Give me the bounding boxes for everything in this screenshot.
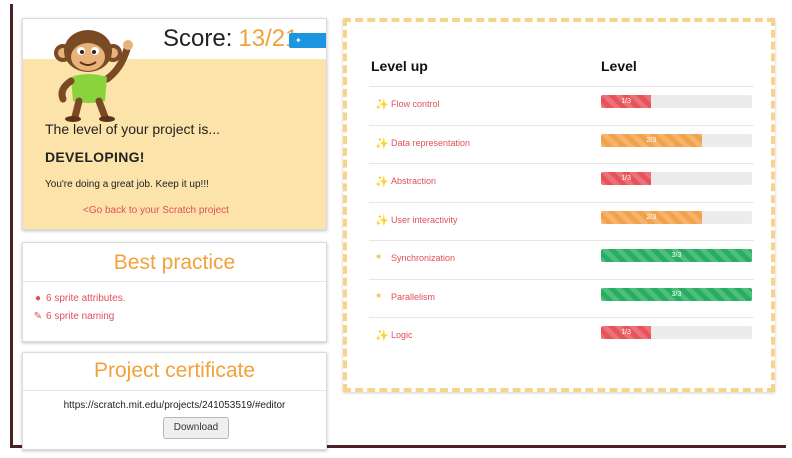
project-certificate-panel: Project certificate https://scratch.mit.… bbox=[22, 352, 327, 450]
star-icon: ★ bbox=[375, 252, 383, 261]
star-icon: ★ bbox=[375, 290, 383, 300]
certificate-title: Project certificate bbox=[93, 359, 256, 382]
best-practice-item[interactable]: ✎ 6 sprite naming bbox=[33, 311, 115, 322]
level-label: The level of your project is... bbox=[45, 121, 221, 137]
level-row-name[interactable]: Synchronization bbox=[391, 253, 455, 263]
level-row: ✨ Flow control 1/3 bbox=[369, 86, 754, 125]
level-up-panel: Level up Level ✨ Flow control 1/3 ✨ Data rep… bbox=[343, 18, 775, 392]
bulb-icon: ✨ bbox=[375, 176, 389, 188]
level-row: ★ Parallelism 3/3 bbox=[369, 278, 754, 318]
level-up-header: Level up bbox=[371, 58, 428, 74]
twitter-bird-icon: ✦ bbox=[295, 36, 302, 45]
monkey-mascot-icon bbox=[54, 30, 133, 122]
best-practice-title: Best practice bbox=[113, 251, 236, 274]
progress-bar: 1/3 bbox=[601, 326, 752, 339]
progress-bar-fill: 2/3 bbox=[601, 133, 702, 147]
go-back-link[interactable]: <Go back to your Scratch project bbox=[83, 205, 229, 216]
level-row: ✨ User interactivity 2/3 bbox=[369, 201, 754, 241]
progress-bar: 1/3 bbox=[601, 172, 752, 185]
level-value: DEVELOPING! bbox=[45, 149, 145, 165]
progress-bar-fill: 2/3 bbox=[601, 210, 702, 224]
level-row-name[interactable]: Abstraction bbox=[391, 176, 436, 186]
level-row: ✨ Data representation 2/3 bbox=[369, 124, 754, 164]
progress-bar: 3/3 bbox=[601, 249, 752, 262]
score-label: Score: bbox=[163, 25, 233, 52]
encouragement-text: You're doing a great job. Keep it up!!! bbox=[45, 179, 209, 190]
error-icon: ● bbox=[34, 293, 42, 304]
level-header: Level bbox=[601, 58, 637, 74]
tweet-button[interactable]: ✦ Tweet bbox=[289, 33, 326, 60]
level-row-name[interactable]: User interactivity bbox=[391, 215, 458, 225]
best-practice-panel: Best practice ● 6 sprite attributes. ✎ 6 s… bbox=[22, 242, 327, 342]
divider bbox=[23, 281, 326, 282]
progress-bar-fill: 1/3 bbox=[601, 172, 652, 185]
progress-bar-fill: 1/3 bbox=[601, 326, 652, 339]
progress-bar-fill: 3/3 bbox=[601, 287, 752, 301]
bulb-icon: ✨ bbox=[375, 99, 389, 111]
best-practice-item-text: 6 sprite attributes. bbox=[46, 293, 126, 304]
bulb-icon: ✨ bbox=[375, 330, 389, 342]
download-button[interactable]: Download bbox=[163, 417, 229, 439]
level-row: ✨ Logic 1/3 bbox=[369, 317, 754, 356]
score-panel: Score: 13/21 ✦ Tweet The level of your pr… bbox=[22, 18, 327, 230]
level-row: ★ Synchronization 3/3 bbox=[369, 240, 754, 279]
progress-bar: 1/3 bbox=[601, 95, 752, 108]
pencil-icon: ✎ bbox=[33, 311, 43, 322]
project-url: https://scratch.mit.edu/projects/2410535… bbox=[63, 400, 286, 411]
level-row: ✨ Abstraction 1/3 bbox=[369, 163, 754, 202]
progress-bar-fill: 3/3 bbox=[601, 249, 752, 262]
progress-bar: 2/3 bbox=[601, 210, 752, 224]
score-title: Score: 13/21 bbox=[163, 25, 298, 53]
level-row-name[interactable]: Logic bbox=[391, 330, 413, 340]
progress-bar: 2/3 bbox=[601, 133, 752, 147]
tweet-label: Tweet bbox=[295, 51, 317, 60]
best-practice-item-text: 6 sprite naming bbox=[46, 311, 115, 322]
progress-bar-fill: 1/3 bbox=[601, 95, 652, 108]
divider bbox=[23, 390, 326, 391]
level-row-name[interactable]: Data representation bbox=[391, 138, 470, 148]
bulb-icon: ✨ bbox=[375, 137, 389, 150]
level-row-name[interactable]: Flow control bbox=[391, 99, 440, 109]
progress-bar: 3/3 bbox=[601, 287, 752, 301]
bulb-icon: ✨ bbox=[375, 214, 389, 227]
level-row-name[interactable]: Parallelism bbox=[391, 292, 435, 302]
best-practice-item[interactable]: ● 6 sprite attributes. bbox=[33, 293, 126, 304]
